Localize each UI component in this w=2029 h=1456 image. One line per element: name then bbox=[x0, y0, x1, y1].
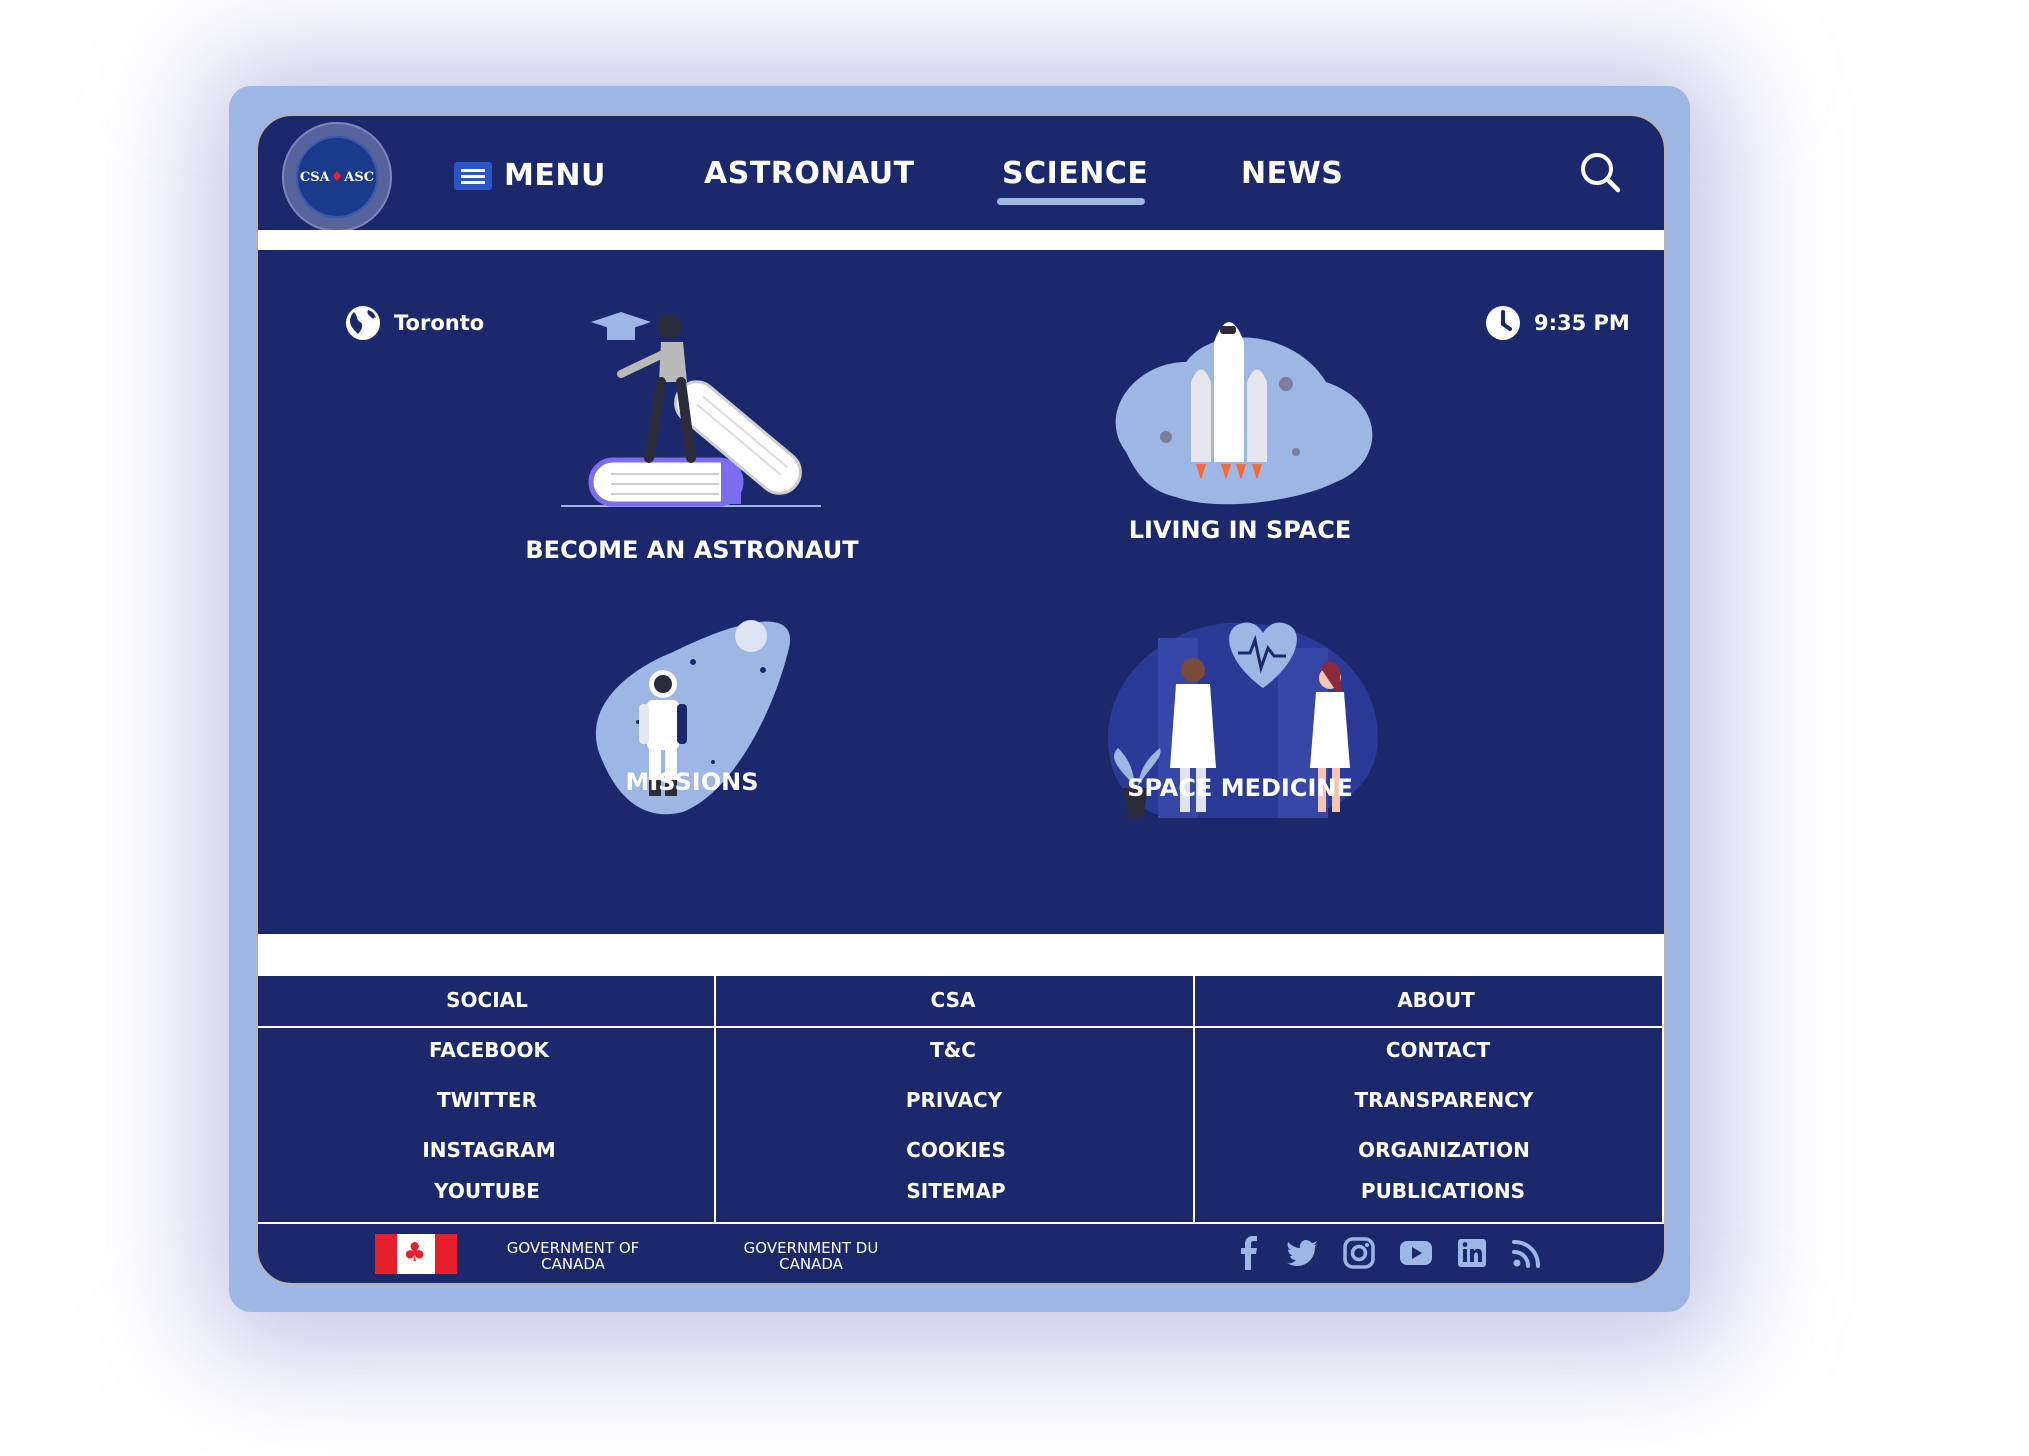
footer-link-organization[interactable]: ORGANIZATION bbox=[1294, 1138, 1594, 1162]
twitter-icon[interactable] bbox=[1286, 1236, 1320, 1270]
csa-logo-emblem: CSA ♦ ASC bbox=[296, 136, 378, 218]
gov-en-line-1: GOVERNMENT OF bbox=[506, 1239, 640, 1257]
location-display: Toronto bbox=[344, 304, 484, 342]
instagram-icon[interactable] bbox=[1342, 1236, 1376, 1270]
gov-canada-fr[interactable]: GOVERNMENT DU CANADA bbox=[716, 1240, 906, 1272]
logo-text-right: ASC bbox=[344, 169, 375, 185]
divider-band-bottom bbox=[258, 934, 1664, 976]
csa-logo[interactable]: CSA ♦ ASC bbox=[282, 122, 392, 232]
time-display: 9:35 PM bbox=[1484, 304, 1630, 342]
maple-leaf-icon: ♦ bbox=[330, 169, 344, 185]
footer-link-sitemap[interactable]: SITEMAP bbox=[806, 1179, 1106, 1203]
canada-flag-icon: ♣ bbox=[375, 1234, 457, 1274]
footer-link-contact[interactable]: CONTACT bbox=[1288, 1038, 1588, 1062]
social-icons bbox=[1234, 1236, 1542, 1270]
maple-leaf-icon: ♣ bbox=[403, 1238, 427, 1268]
linkedin-icon[interactable] bbox=[1456, 1236, 1488, 1270]
footer-link-twitter[interactable]: TWITTER bbox=[337, 1088, 637, 1112]
footer-column-divider bbox=[714, 976, 716, 1224]
card-label-become-astronaut: BECOME AN ASTRONAUT bbox=[525, 536, 859, 564]
nav-tab-astronaut[interactable]: ASTRONAUT bbox=[704, 156, 915, 191]
card-label-living-in-space: LIVING IN SPACE bbox=[1128, 516, 1352, 544]
location-label: Toronto bbox=[394, 311, 485, 335]
search-icon[interactable] bbox=[1578, 150, 1622, 194]
top-navbar: CSA ♦ ASC MENU ASTRONAUT SCIENCE NEWS bbox=[258, 116, 1664, 232]
rss-icon[interactable] bbox=[1510, 1236, 1542, 1270]
globe-icon bbox=[346, 306, 380, 340]
footer-heading-about: ABOUT bbox=[1397, 988, 1475, 1012]
app-screen: CSA ♦ ASC MENU ASTRONAUT SCIENCE NEWS Toro… bbox=[256, 114, 1666, 1285]
hamburger-icon bbox=[454, 161, 492, 190]
rocket-illustration bbox=[1115, 322, 1373, 505]
nav-tab-science[interactable]: SCIENCE bbox=[1002, 156, 1148, 191]
card-label-space-medicine: SPACE MEDICINE bbox=[1127, 774, 1353, 802]
footer-bottom-divider bbox=[258, 1222, 1664, 1224]
footer-column-divider bbox=[1662, 976, 1664, 1224]
footer-column-divider bbox=[1193, 976, 1195, 1224]
youtube-icon[interactable] bbox=[1398, 1236, 1434, 1270]
gov-fr-line-1: GOVERNMENT DU bbox=[743, 1239, 879, 1257]
footer-link-terms[interactable]: T&C bbox=[803, 1038, 1103, 1062]
graduate-books-illustration bbox=[561, 312, 821, 507]
logo-text-left: CSA bbox=[299, 169, 330, 185]
footer-link-facebook[interactable]: FACEBOOK bbox=[339, 1038, 639, 1062]
footer-heading-social: SOCIAL bbox=[446, 988, 528, 1012]
menu-label: MENU bbox=[504, 158, 606, 193]
footer-link-youtube[interactable]: YOUTUBE bbox=[337, 1179, 637, 1203]
active-tab-indicator bbox=[997, 198, 1145, 205]
card-label-missions: MISSIONS bbox=[625, 768, 759, 796]
gov-fr-line-2: CANADA bbox=[779, 1255, 843, 1273]
footer-links: SOCIAL CSA ABOUT FACEBOOK TWITTER INSTAG… bbox=[258, 976, 1664, 1224]
nav-tab-news[interactable]: NEWS bbox=[1241, 156, 1343, 191]
footer-link-transparency[interactable]: TRANSPARENCY bbox=[1294, 1088, 1594, 1112]
menu-button[interactable]: MENU bbox=[454, 158, 606, 193]
footer-header-divider bbox=[258, 1026, 1664, 1028]
clock-icon bbox=[1486, 306, 1520, 340]
facebook-icon[interactable] bbox=[1234, 1236, 1264, 1270]
footer-link-instagram[interactable]: INSTAGRAM bbox=[339, 1138, 639, 1162]
divider-band-top bbox=[258, 230, 1664, 250]
time-label: 9:35 PM bbox=[1534, 311, 1630, 335]
footer-link-publications[interactable]: PUBLICATIONS bbox=[1293, 1179, 1593, 1203]
footer-link-privacy[interactable]: PRIVACY bbox=[804, 1088, 1104, 1112]
footer-link-cookies[interactable]: COOKIES bbox=[806, 1138, 1106, 1162]
gov-en-line-2: CANADA bbox=[541, 1255, 605, 1273]
footer-heading-csa: CSA bbox=[930, 988, 976, 1012]
gov-canada-en[interactable]: GOVERNMENT OF CANADA bbox=[478, 1240, 668, 1272]
